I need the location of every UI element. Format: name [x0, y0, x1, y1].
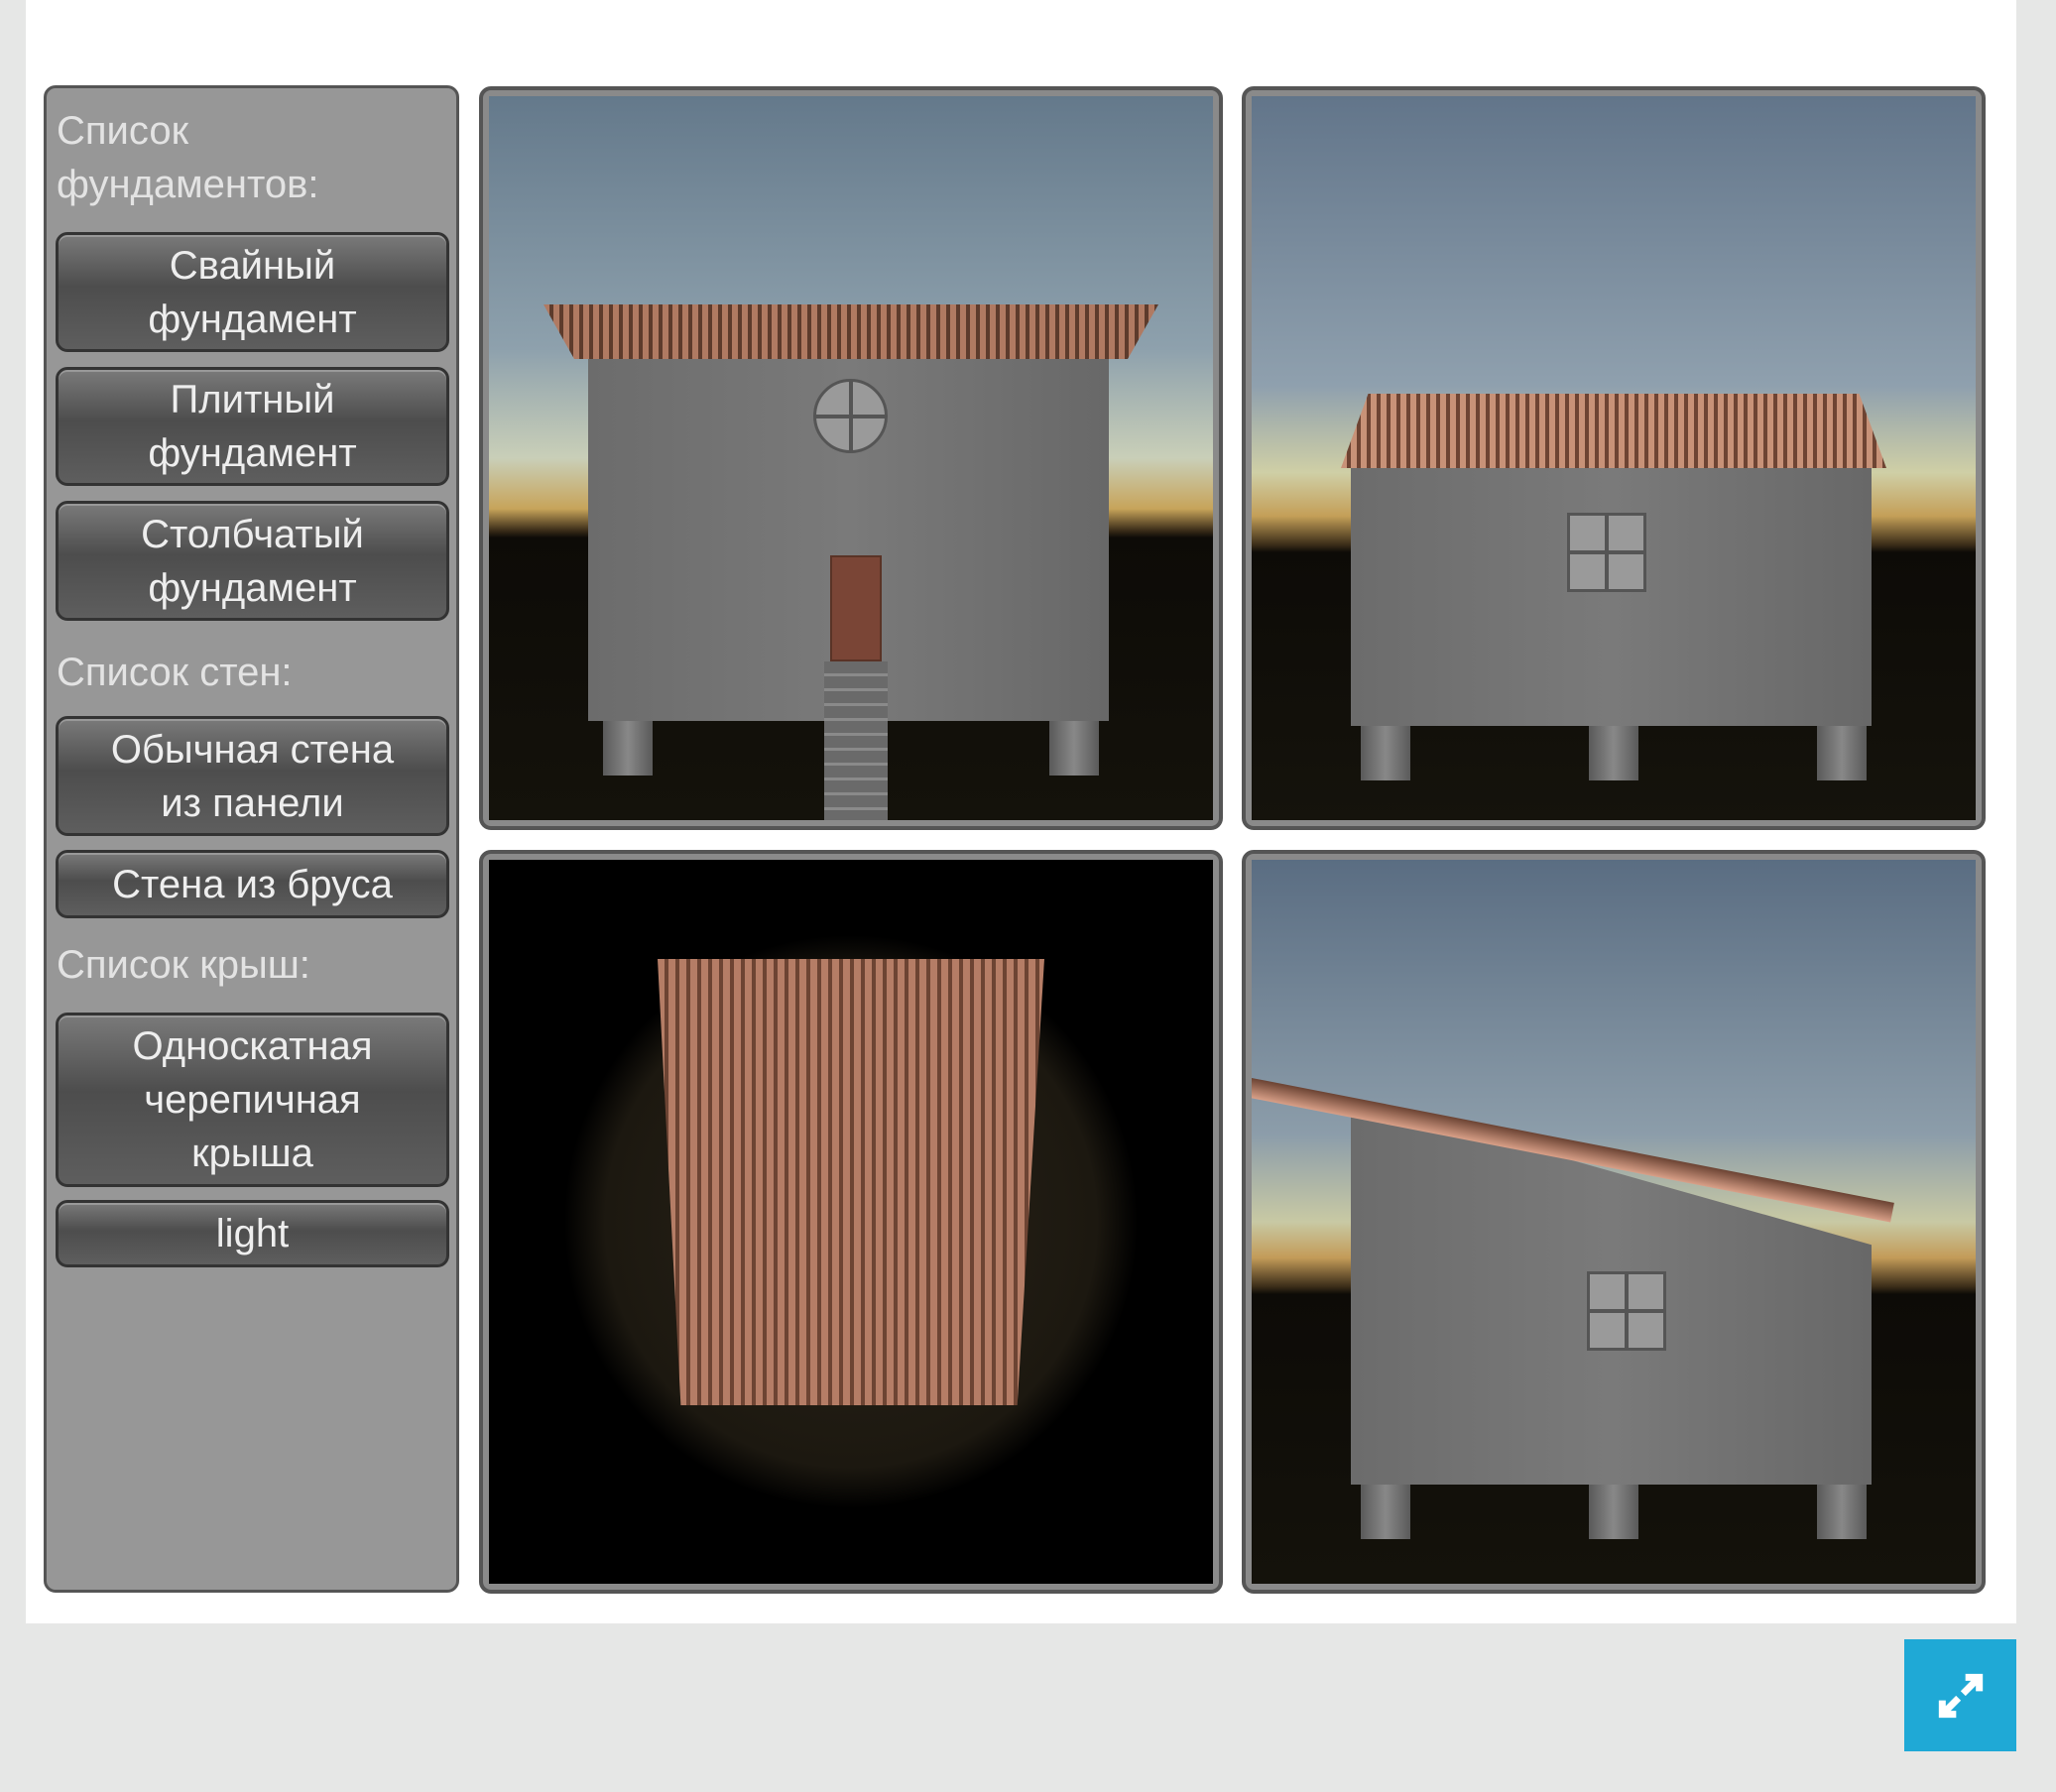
timber-wall-button[interactable]: Стена из бруса: [56, 850, 449, 918]
sidebar-panel: Список фундаментов: Свайный фундамент Пл…: [44, 85, 459, 1593]
door: [830, 555, 882, 661]
side-viewport[interactable]: [1242, 86, 1986, 830]
perspective-viewport[interactable]: [1242, 850, 1986, 1594]
tile-roof-button[interactable]: Односкатная черепичная крыша: [56, 1013, 449, 1187]
foundations-label: Список фундаментов:: [57, 109, 319, 206]
stairs: [824, 661, 888, 820]
slab-foundation-button[interactable]: Плитный фундамент: [56, 367, 449, 486]
pile-foundation-button[interactable]: Свайный фундамент: [56, 232, 449, 352]
expand-arrows-icon: [1938, 1673, 1983, 1718]
walls-label: Список стен:: [57, 651, 293, 694]
front-viewport[interactable]: [479, 86, 1223, 830]
fullscreen-button[interactable]: [1904, 1639, 2016, 1751]
light-button[interactable]: light: [56, 1200, 449, 1267]
round-window: [813, 379, 888, 453]
top-viewport[interactable]: [479, 850, 1223, 1594]
column-foundation-button[interactable]: Столбчатый фундамент: [56, 501, 449, 621]
panel-wall-button[interactable]: Обычная стена из панели: [56, 716, 449, 836]
roofs-label: Список крыш:: [57, 943, 310, 987]
